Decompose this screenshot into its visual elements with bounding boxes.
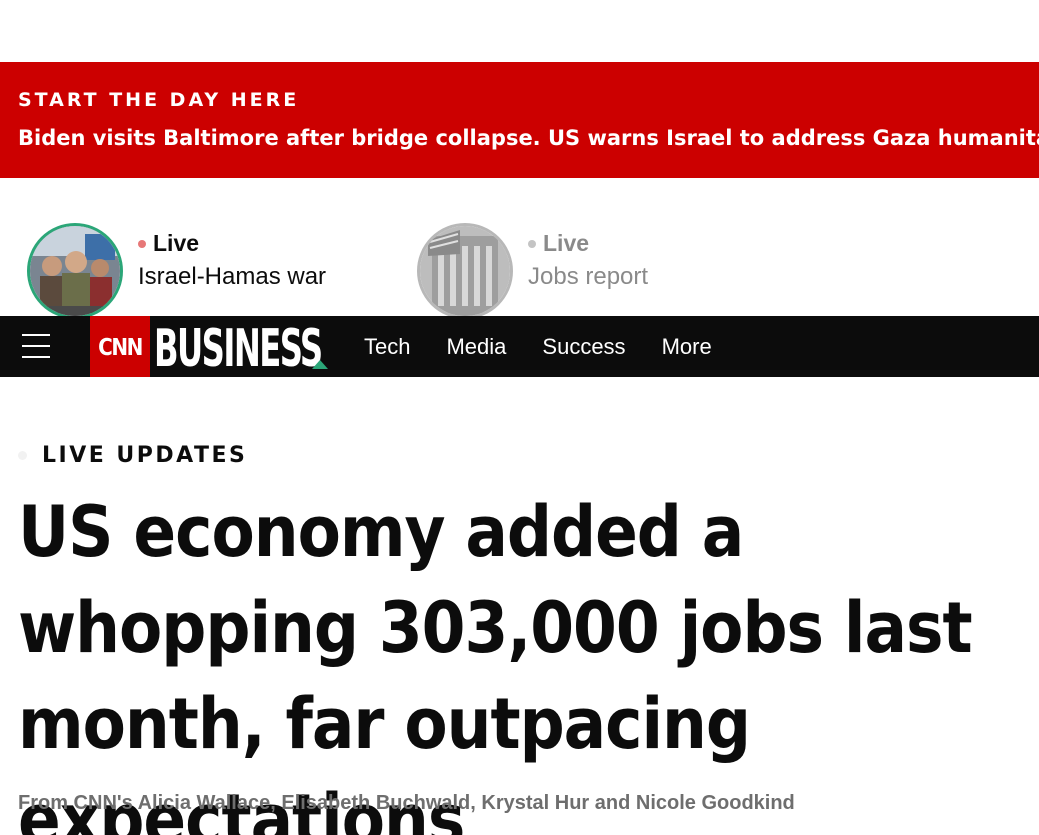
nav-link-tech[interactable]: Tech (364, 334, 410, 360)
live-updates-kicker: LIVE UPDATES (18, 443, 247, 468)
section-navbar: CNN BUSINESS Tech Media Success More (0, 316, 1039, 378)
live-updates-label: LIVE UPDATES (42, 443, 248, 468)
news-photo-children-icon (27, 223, 123, 319)
live-badge: Live (528, 230, 589, 257)
nav-links: Tech Media Success More (364, 316, 748, 377)
article-headline: US economy added a whopping 303,000 jobs… (18, 491, 973, 835)
cnn-logo[interactable]: CNN (90, 316, 150, 377)
cnn-logo-text: CNN (98, 332, 143, 361)
live-card-israel-hamas-war[interactable]: Live Israel-Hamas war (27, 222, 387, 319)
live-updates-dot-icon (18, 451, 27, 460)
article-byline: From CNN's Alicia Wallace, Elisabeth Buc… (18, 792, 795, 814)
live-coverage-strip: Live Israel-Hamas war Live Jobs report (0, 222, 1039, 319)
banner-kicker: START THE DAY HERE (18, 89, 300, 111)
hamburger-menu-icon[interactable] (22, 334, 50, 360)
stock-exchange-photo-icon (417, 223, 513, 319)
live-card-title[interactable]: Jobs report (528, 263, 648, 291)
live-dot-icon (138, 239, 146, 248)
live-badge: Live (138, 230, 199, 257)
nav-link-media[interactable]: Media (446, 334, 506, 360)
live-dot-icon (528, 239, 536, 248)
business-section-title[interactable]: BUSINESS (154, 318, 323, 378)
live-card-title[interactable]: Israel-Hamas war (138, 263, 326, 291)
start-the-day-banner[interactable]: START THE DAY HERE Biden visits Baltimor… (0, 62, 1039, 178)
nav-link-more[interactable]: More (662, 334, 712, 360)
live-label: Live (153, 230, 200, 256)
nav-link-success[interactable]: Success (542, 334, 625, 360)
live-card-jobs-report[interactable]: Live Jobs report (417, 222, 777, 319)
business-triangle-icon (312, 360, 328, 369)
live-label: Live (543, 230, 590, 256)
banner-headline-link[interactable]: Biden visits Baltimore after bridge coll… (18, 126, 1039, 150)
